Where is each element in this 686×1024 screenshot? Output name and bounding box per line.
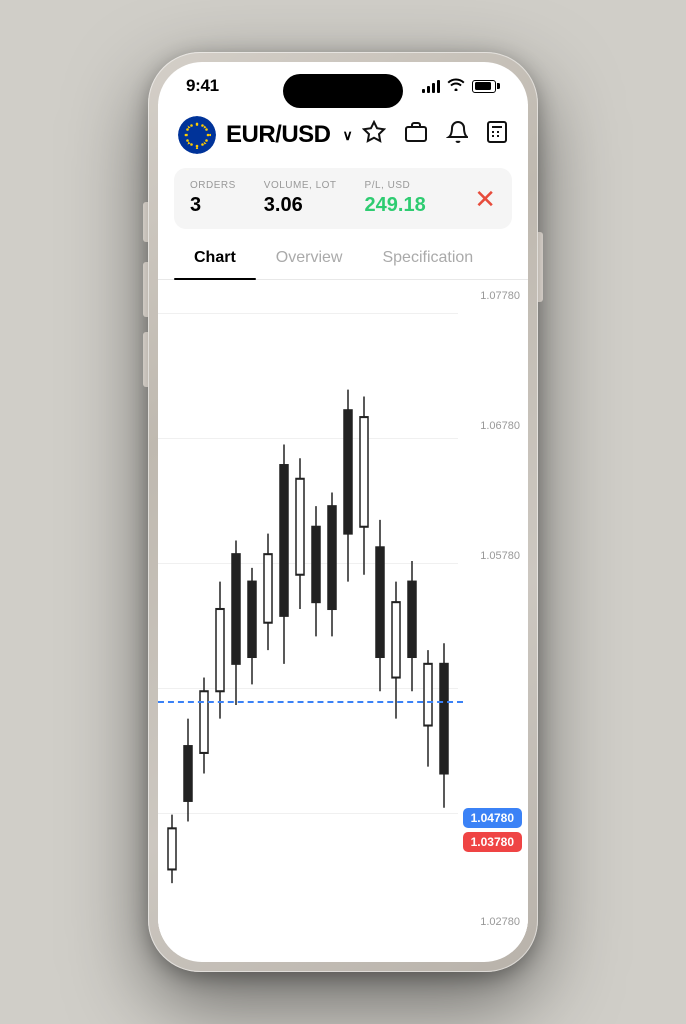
status-icons xyxy=(422,77,500,95)
volume-down-button[interactable] xyxy=(143,332,148,387)
orders-value: 3 xyxy=(190,194,236,217)
orders-stat: ORDERS 3 xyxy=(190,180,236,217)
signal-icon xyxy=(422,79,440,93)
volume-stat: VOLUME, LOT 3.06 xyxy=(264,180,337,217)
wifi-icon xyxy=(447,77,465,95)
calculator-icon[interactable] xyxy=(486,120,508,150)
price-label-2: 1.06780 xyxy=(480,420,520,432)
tab-specification[interactable]: Specification xyxy=(362,239,493,279)
tab-chart[interactable]: Chart xyxy=(174,239,256,279)
trade-stats: ORDERS 3 VOLUME, LOT 3.06 P/L, USD 249.1… xyxy=(190,180,426,217)
price-label-3: 1.05780 xyxy=(480,550,520,562)
bid-price-badge: 1.04780 xyxy=(463,808,522,828)
pair-selector[interactable]: EUR/USD ∨ xyxy=(178,116,353,154)
trade-info-bar: ORDERS 3 VOLUME, LOT 3.06 P/L, USD 249.1… xyxy=(174,168,512,229)
phone-screen: 9:41 xyxy=(158,62,528,962)
alert-bell-icon[interactable] xyxy=(446,120,468,150)
candlestick-svg xyxy=(158,280,458,938)
watchlist-star-icon[interactable] xyxy=(362,120,386,150)
close-positions-button[interactable]: ✕ xyxy=(474,186,496,212)
silent-button[interactable] xyxy=(143,202,148,242)
volume-up-button[interactable] xyxy=(143,262,148,317)
dynamic-island xyxy=(283,74,403,108)
portfolio-icon[interactable] xyxy=(404,120,428,150)
status-time: 9:41 xyxy=(186,76,219,96)
chart-tabs: Chart Overview Specification xyxy=(158,239,528,280)
volume-label: VOLUME, LOT xyxy=(264,180,337,191)
tab-overview[interactable]: Overview xyxy=(256,239,363,279)
currency-flag xyxy=(178,116,216,154)
pair-dropdown-chevron[interactable]: ∨ xyxy=(343,127,353,144)
bid-price-line xyxy=(158,701,463,703)
pair-name: EUR/USD xyxy=(226,121,331,149)
pl-stat: P/L, USD 249.18 xyxy=(365,180,426,217)
price-chart[interactable]: 1.07780 1.06780 1.05780 1.02780 1.04780 … xyxy=(158,280,528,938)
battery-icon xyxy=(472,80,500,93)
header-actions xyxy=(362,120,508,150)
phone-frame: 9:41 xyxy=(148,52,538,972)
app-content: EUR/USD ∨ xyxy=(158,104,528,952)
app-header: EUR/USD ∨ xyxy=(158,104,528,164)
orders-label: ORDERS xyxy=(190,180,236,191)
ask-price-badge: 1.03780 xyxy=(463,832,522,852)
power-button[interactable] xyxy=(538,232,543,302)
pl-value: 249.18 xyxy=(365,194,426,217)
price-label-1: 1.07780 xyxy=(480,290,520,302)
price-label-6: 1.02780 xyxy=(480,916,520,928)
pl-label: P/L, USD xyxy=(365,180,426,191)
volume-value: 3.06 xyxy=(264,194,337,217)
